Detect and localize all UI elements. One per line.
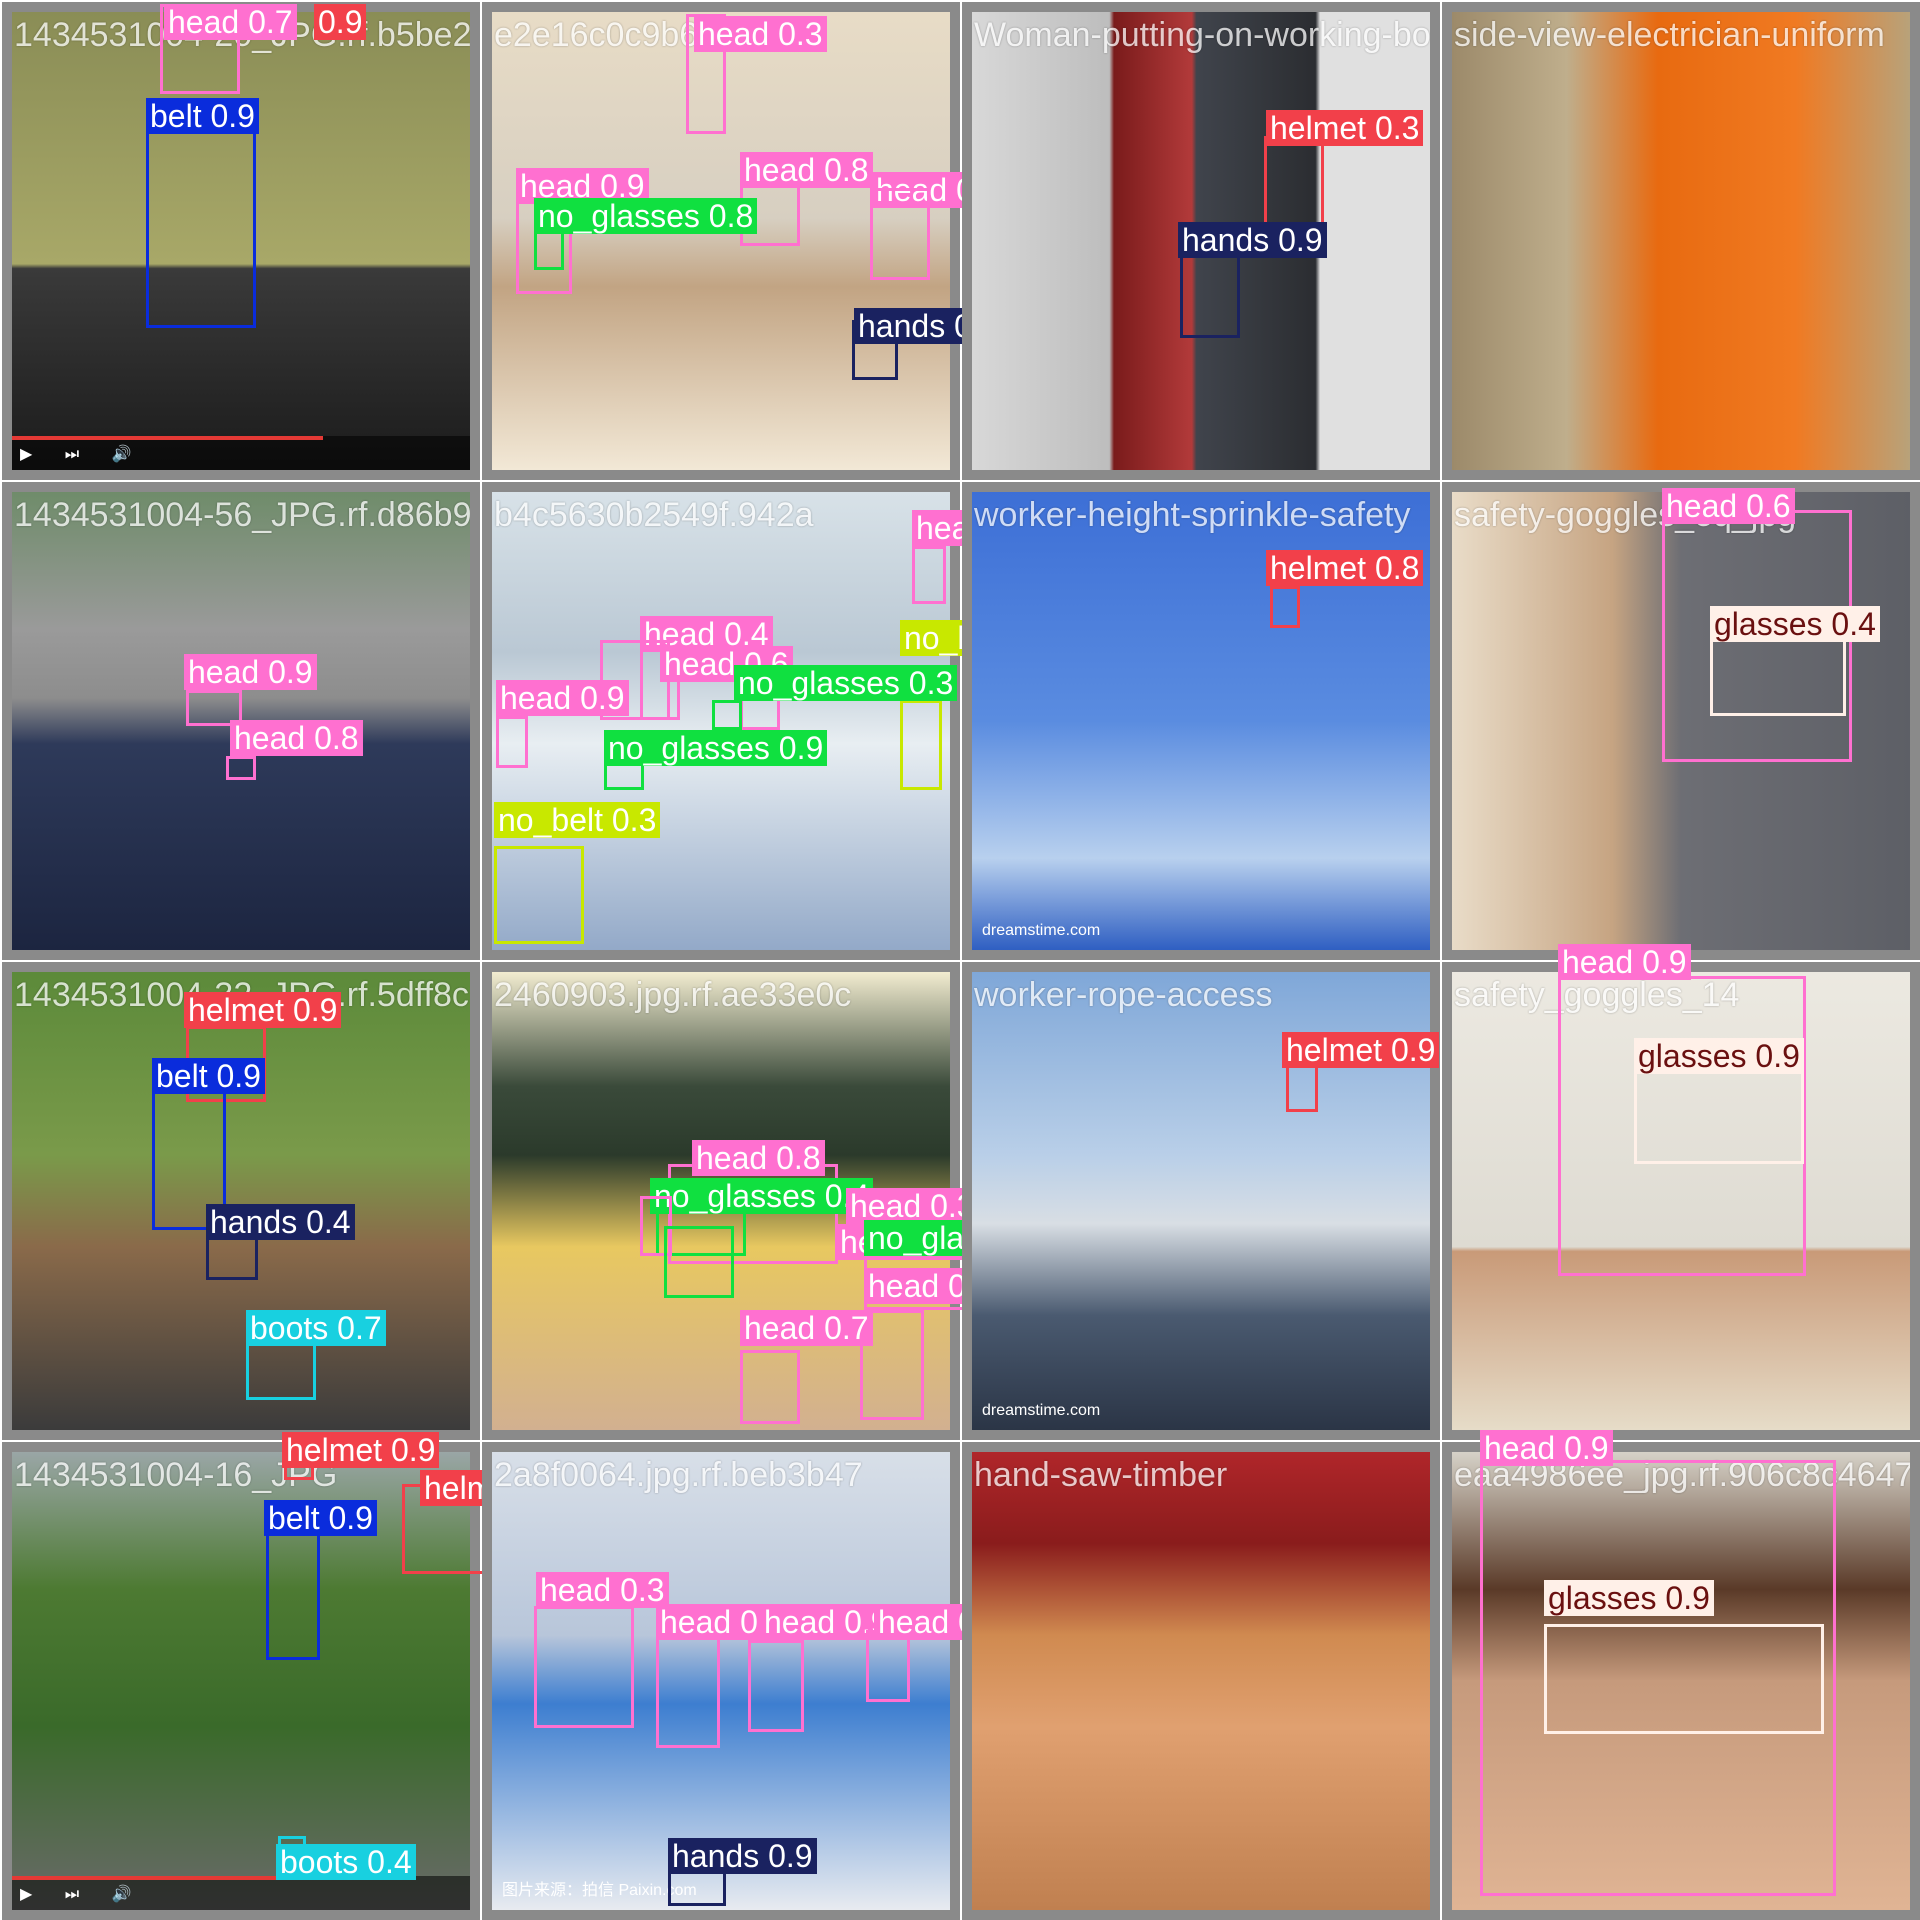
detection-box-boots	[246, 1342, 316, 1400]
detection-box-helmet	[1270, 586, 1300, 628]
detection-label-boots: boots 0.4	[276, 1844, 416, 1880]
detection-label-head: head 0.7	[164, 4, 297, 40]
detection-box-no_belt	[900, 700, 942, 790]
image-filename: Woman-putting-on-working-boots	[974, 16, 1440, 54]
detection-label-head: head 0.6	[1662, 488, 1795, 524]
detection-label-glasses: glasses 0.4	[1710, 606, 1880, 642]
detection-label-helmet: helmet 0.9	[282, 1432, 440, 1468]
image-filename: 2460903.jpg.rf.ae33e0c	[494, 976, 852, 1014]
detection-label-hands: hands 0.4	[206, 1204, 355, 1240]
detection-label-head: head 0.9	[496, 680, 629, 716]
detection-label-head: head 0.3	[536, 1572, 669, 1608]
detection-box-helmet	[1264, 136, 1324, 226]
detection-label-head: head 0.3	[846, 1188, 979, 1224]
video-progress	[12, 436, 324, 440]
detection-box-no_glasses	[664, 1226, 734, 1298]
detection-label-no_glasses: no_glasses 0.8	[534, 198, 758, 234]
detection-box-glasses	[1634, 1062, 1804, 1164]
detection-label-head: head 0.9	[184, 654, 317, 690]
detection-label-helmet: helmet 0.9	[184, 992, 342, 1028]
detection-box-head	[866, 1630, 910, 1702]
detection-box-head	[748, 1640, 804, 1732]
watermark: dreamstime.com	[982, 1402, 1101, 1419]
detection-label-no_belt: no_belt 0.3	[494, 802, 661, 838]
detection-label-hands: hands 0.9	[668, 1838, 817, 1874]
detection-box-hands	[1180, 248, 1240, 338]
detection-label-head: head 0.3	[694, 16, 827, 52]
detection-label-head: head 0.8	[692, 1140, 825, 1176]
photo-circular-saw	[972, 1452, 1430, 1910]
detection-label-glasses: glasses 0.9	[1634, 1038, 1804, 1074]
detection-label-boots: boots 0.7	[246, 1310, 386, 1346]
detection-box-head	[870, 188, 930, 280]
detection-label-hands: hands 0.9	[1178, 222, 1327, 258]
image-filename: 1434531004-56_JPG.rf.d86b94	[14, 496, 480, 534]
detection-label-belt: belt 0.9	[152, 1058, 265, 1094]
detection-label-no_glasses: no_glasses 0.3	[734, 665, 958, 701]
detection-label-belt: belt 0.9	[264, 1500, 377, 1536]
watermark: dreamstime.com	[982, 922, 1101, 939]
detection-label-extra: 0.9	[314, 4, 367, 40]
detection-label-no_glasses: no_glasses 0.4	[650, 1178, 874, 1214]
detection-label-glasses: glasses 0.9	[1544, 1580, 1714, 1616]
image-filename: b4c5630b2549f.942a	[494, 496, 814, 534]
detection-label-head: head 0.8	[740, 152, 873, 188]
play-icon: ▶ ⏭ 🔊	[20, 1886, 146, 1903]
detection-label-head: head 0.9	[1558, 944, 1691, 980]
detection-box-head	[496, 716, 528, 768]
detection-box-head	[912, 546, 946, 604]
photo-electrician	[1452, 12, 1910, 470]
detection-box-helmet	[1286, 1062, 1318, 1112]
detection-box-head	[534, 1606, 634, 1728]
video-player-controls: ▶ ⏭ 🔊	[12, 1876, 470, 1910]
detection-box-glasses	[1544, 1624, 1824, 1734]
video-player-controls: ▶ ⏭ 🔊	[12, 436, 470, 470]
image-filename: hand-saw-timber	[974, 1456, 1228, 1494]
image-filename: 2a8f0064.jpg.rf.beb3b47	[494, 1456, 863, 1494]
detection-label-head: head 0.7	[740, 1310, 873, 1346]
detection-label-no_glasses: no_glasses 0.9	[604, 730, 828, 766]
image-filename: worker-rope-access	[974, 976, 1273, 1014]
detection-mosaic: ▶ ⏭ 🔊1434531004-20_JPG.rf.b5be23c0ab8ehe…	[0, 0, 1920, 1920]
detection-label-helmet: helmet 0.3	[1266, 110, 1424, 146]
detection-box-no_belt	[494, 846, 584, 944]
detection-box-glasses	[1710, 636, 1846, 716]
detection-label-helmet: helmet 0.9	[1282, 1032, 1440, 1068]
image-filename: worker-height-sprinkle-safety	[974, 496, 1411, 534]
mosaic-tile: hand-saw-timber	[962, 1442, 1440, 1920]
detection-label-head: head 0.8	[230, 720, 363, 756]
detection-label-head: head 0.9	[1480, 1430, 1613, 1466]
image-filename: side-view-electrician-uniform	[1454, 16, 1885, 54]
detection-label-helmet: helmet 0.8	[1266, 550, 1424, 586]
detection-box-head	[656, 1630, 720, 1748]
detection-box-no_glasses	[712, 700, 742, 730]
detection-box-belt	[146, 100, 256, 328]
mosaic-tile: side-view-electrician-uniform	[1442, 2, 1920, 480]
play-icon: ▶ ⏭ 🔊	[20, 446, 146, 463]
detection-box-head	[740, 1350, 800, 1424]
detection-box-head	[226, 756, 256, 780]
detection-box-hands	[668, 1870, 726, 1906]
detection-label-belt: belt 0.9	[146, 98, 259, 134]
